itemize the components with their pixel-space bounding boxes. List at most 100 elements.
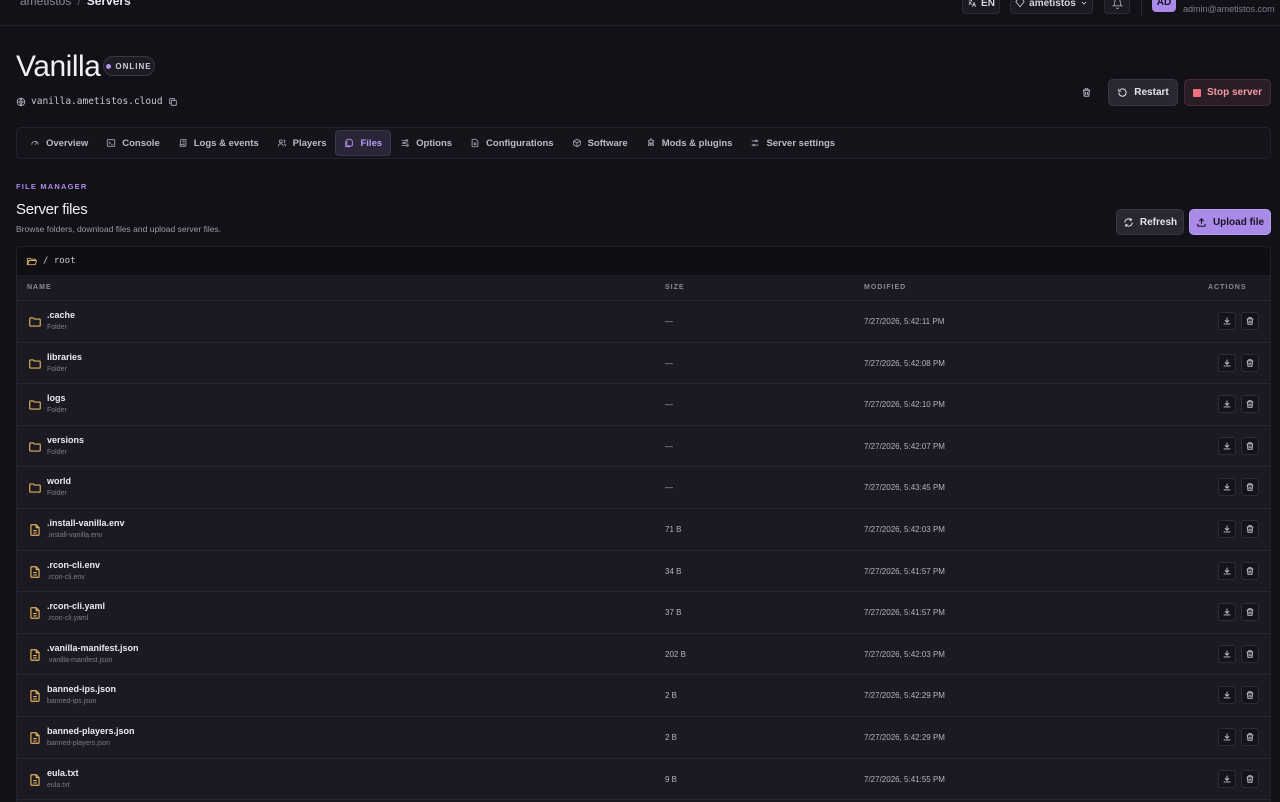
header-name[interactable]: NAME [27,284,52,291]
file-name[interactable]: logs [47,393,66,403]
server-tabs: Overview Console Logs & events Players Files… [16,127,1271,159]
file-modified: 7/27/2026, 5:42:10 PM [864,400,945,410]
delete-button[interactable] [1241,644,1259,663]
table-row[interactable]: .install-vanilla.env .install-vanilla.env… [17,509,1270,551]
delete-button[interactable] [1241,353,1259,372]
sliders-icon [401,139,409,147]
file-name[interactable]: banned-ips.json [47,684,116,694]
file-size: 34 B [665,566,682,576]
file-icon [30,524,40,536]
download-icon [1223,733,1231,741]
download-button[interactable] [1218,644,1236,663]
file-name[interactable]: .rcon-cli.yaml [47,601,105,611]
org-label: ametistos [1029,0,1076,9]
file-name[interactable]: world [47,476,71,486]
header-size[interactable]: SIZE [665,284,685,291]
delete-button[interactable] [1241,686,1259,705]
avatar[interactable]: AD [1152,0,1176,12]
download-button[interactable] [1218,769,1236,788]
download-button[interactable] [1218,561,1236,580]
table-row[interactable]: banned-players.json banned-players.json 2 … [17,717,1270,759]
download-button[interactable] [1218,519,1236,538]
user-email: admin@ametistos.com [1183,4,1275,14]
file-name[interactable]: banned-players.json [47,726,135,736]
download-button[interactable] [1218,312,1236,330]
tab-logs-events[interactable]: Logs & events [169,130,268,156]
tab-software[interactable]: Software [563,130,637,156]
stop-server-button[interactable]: Stop server [1184,79,1271,106]
language-button[interactable]: EN [962,0,1000,14]
status-dot [106,63,112,69]
folder-open-icon [26,257,37,265]
table-row[interactable]: .cache Folder — 7/27/2026, 5:42:11 PM [17,301,1270,343]
trash-icon [1246,733,1254,741]
delete-server-button[interactable] [1078,84,1094,100]
table-row[interactable]: world Folder — 7/27/2026, 5:43:45 PM [17,467,1270,509]
refresh-icon [1124,217,1133,227]
file-size: 202 B [665,649,686,659]
download-button[interactable] [1218,353,1236,372]
tab-server-settings[interactable]: Server settings [741,130,844,156]
refresh-label: Refresh [1139,216,1178,228]
globe-icon [16,97,26,106]
delete-button[interactable] [1241,769,1259,788]
table-row[interactable]: logs Folder — 7/27/2026, 5:42:10 PM [17,384,1270,426]
file-name[interactable]: .cache [47,310,75,320]
download-button[interactable] [1218,603,1236,622]
table-row[interactable]: banned-ips.json banned-ips.json 2 B 7/27/20… [17,675,1270,717]
file-name[interactable]: .rcon-cli.env [47,560,100,570]
upload-file-button[interactable]: Upload file [1189,209,1271,235]
tab-files[interactable]: Files [335,130,392,156]
file-size: 37 B [665,608,682,618]
tab-players[interactable]: Players [268,130,336,156]
tab-console[interactable]: Console [97,130,168,156]
delete-button[interactable] [1241,436,1259,455]
download-icon [1223,442,1231,450]
restart-button[interactable]: Restart [1108,79,1178,106]
download-button[interactable] [1218,686,1236,705]
delete-button[interactable] [1241,727,1259,746]
file-name[interactable]: .install-vanilla.env [47,518,125,528]
download-icon [1223,359,1231,366]
notifications-button[interactable] [1104,0,1130,14]
table-row[interactable]: libraries Folder — 7/27/2026, 5:42:08 PM [17,343,1270,385]
file-icon [30,690,40,703]
download-button[interactable] [1218,727,1236,746]
file-modified: 7/27/2026, 5:41:57 PM [864,566,945,576]
current-path[interactable]: / root [43,256,76,266]
refresh-button[interactable]: Refresh [1116,209,1184,235]
tab-label: Console [122,137,160,149]
delete-button[interactable] [1241,312,1259,330]
tab-overview[interactable]: Overview [21,130,97,156]
table-row[interactable]: .vanilla-manifest.json .vanilla-manifest.… [17,634,1270,676]
download-button[interactable] [1218,436,1236,455]
tab-configurations[interactable]: Configurations [461,130,563,156]
table-row[interactable]: versions Folder — 7/27/2026, 5:42:07 PM [17,426,1270,468]
table-row[interactable]: .rcon-cli.env .rcon-cli.env 34 B 7/27/2026,… [17,551,1270,593]
translate-icon [968,0,977,7]
file-name[interactable]: eula.txt [47,768,79,778]
file-name[interactable]: versions [47,435,84,445]
delete-button[interactable] [1241,395,1259,414]
header-modified[interactable]: MODIFIED [864,284,906,291]
download-button[interactable] [1218,478,1236,497]
file-icon [30,648,40,661]
file-name[interactable]: libraries [47,352,82,362]
upload-label: Upload file [1212,216,1265,228]
table-row[interactable]: eula.txt eula.txt 9 B 7/27/2026, 5:41:55 PM [17,759,1270,801]
tab-mods-plugins[interactable]: Mods & plugins [637,130,742,156]
table-row[interactable]: .rcon-cli.yaml .rcon-cli.yaml 37 B 7/27/202… [17,592,1270,634]
section-eyebrow: FILE MANAGER [16,182,88,191]
delete-button[interactable] [1241,519,1259,538]
delete-button[interactable] [1241,478,1259,497]
delete-button[interactable] [1241,603,1259,622]
tab-label: Logs & events [193,137,259,149]
scroll-icon [179,139,187,147]
org-switcher[interactable]: ametistos [1010,0,1093,14]
tab-options[interactable]: Options [391,130,461,156]
breadcrumb-parent[interactable]: ametistos [20,0,71,8]
file-name[interactable]: .vanilla-manifest.json [47,643,139,653]
copy-icon[interactable] [168,97,178,107]
download-button[interactable] [1218,395,1236,414]
delete-button[interactable] [1241,561,1259,580]
